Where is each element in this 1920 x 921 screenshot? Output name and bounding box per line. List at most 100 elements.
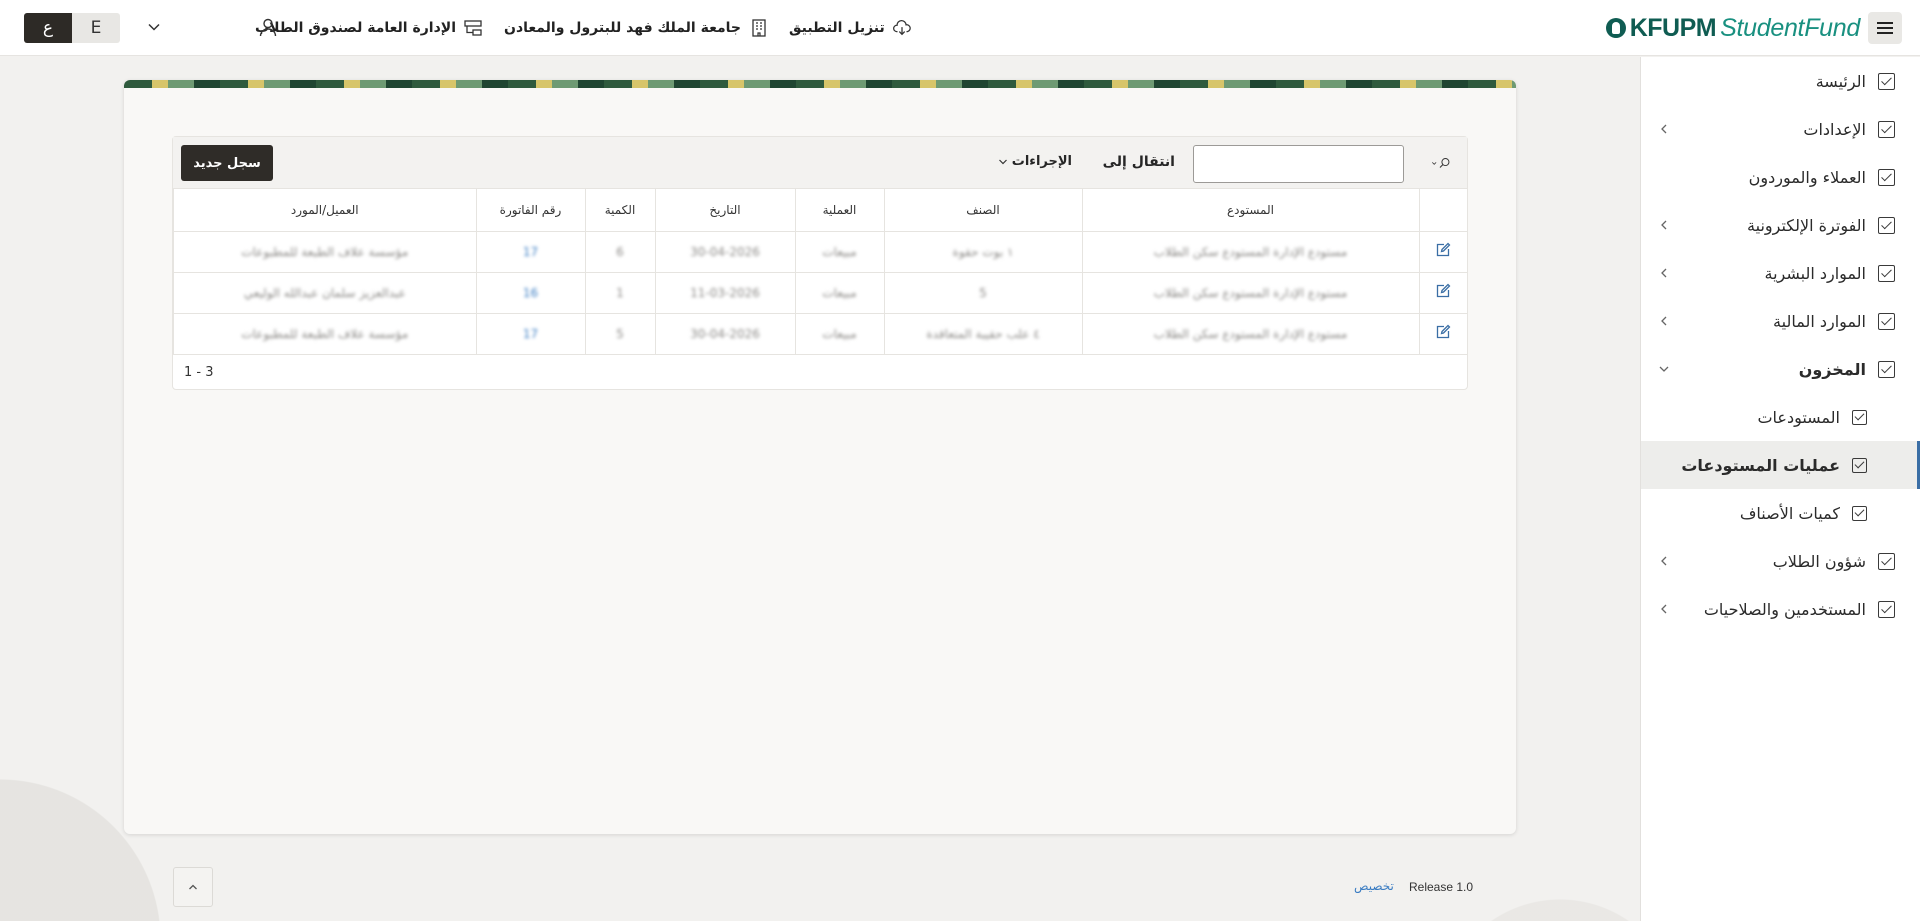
cell-item: ٤ علب حقيبة المتعاقدة	[883, 313, 1082, 355]
edit-column-header	[1418, 189, 1467, 232]
chevron-left-icon[interactable]	[1657, 122, 1671, 136]
user-icon[interactable]	[258, 17, 278, 37]
sidebar-item-finance[interactable]: الموارد المالية	[1641, 297, 1920, 345]
checkbox-icon	[1852, 505, 1867, 521]
sidebar-item-label: الرئيسة	[1815, 71, 1866, 91]
checkbox-icon	[1878, 72, 1895, 90]
edit-icon[interactable]	[1435, 324, 1451, 340]
sidebar-item-item-quantities[interactable]: كميات الأصناف	[1641, 489, 1920, 537]
chevron-left-icon[interactable]	[1657, 266, 1671, 280]
sidebar-item-hr[interactable]: الموارد البشرية	[1641, 249, 1920, 297]
cell-warehouse: مستودع الإدارة المستودع سكن الطلاب	[1081, 313, 1419, 355]
edit-icon[interactable]	[1435, 283, 1451, 299]
chevron-left-icon[interactable]	[1657, 314, 1671, 328]
table-row: مستودع الإدارة المستودع سكن الطلاب ١ بوت…	[173, 231, 1467, 273]
chevron-up-icon	[189, 884, 197, 890]
app-logo[interactable]: KFUPM StudentFund	[1605, 13, 1860, 43]
report-toolbar: انتقال إلى الإجراءات سجل جديد	[173, 137, 1467, 189]
download-app-link[interactable]: تنزيل التطبيق	[789, 19, 911, 37]
chevron-left-icon[interactable]	[1657, 218, 1671, 232]
column-header-invoice-number[interactable]: رقم الفاتورة	[475, 189, 585, 232]
sidebar-item-customers-suppliers[interactable]: العملاء والموردون	[1641, 153, 1920, 201]
top-header: KFUPM StudentFund تنزيل التطبيق جامعة ال…	[0, 0, 1920, 56]
university-link[interactable]: جامعة الملك فهد للبترول والمعادن	[504, 19, 767, 37]
actions-menu-button[interactable]: الإجراءات	[998, 154, 1072, 169]
menu-toggle-button[interactable]	[1868, 12, 1902, 44]
actions-label: الإجراءات	[1011, 154, 1072, 169]
cell-operation: مبيعات	[794, 231, 884, 273]
goto-button[interactable]: انتقال إلى	[1103, 154, 1175, 170]
language-english-button[interactable]: E	[72, 13, 120, 43]
sidebar-item-warehouse-operations[interactable]: عمليات المستودعات	[1641, 441, 1920, 489]
interactive-report: انتقال إلى الإجراءات سجل جديد المستودع ا…	[172, 136, 1468, 390]
sidebar-item-label: الفوترة الإلكترونية	[1747, 215, 1866, 235]
sidebar-item-label: العملاء والموردون	[1748, 167, 1866, 187]
chevron-down-icon[interactable]	[145, 18, 163, 36]
sidebar: الرئيسة الإعدادات العملاء والموردون الفو…	[1640, 57, 1920, 921]
cell-item: ١ بوت حقوة	[883, 231, 1082, 273]
checkbox-icon	[1878, 600, 1895, 618]
cloud-download-icon	[892, 19, 911, 37]
sidebar-item-label: المستخدمين والصلاحيات	[1703, 599, 1866, 619]
column-header-warehouse[interactable]: المستودع	[1081, 189, 1419, 232]
cell-invoice-number[interactable]: 16	[475, 272, 585, 314]
content-card: انتقال إلى الإجراءات سجل جديد المستودع ا…	[124, 80, 1516, 834]
checkbox-icon	[1878, 120, 1895, 138]
search-column-selector[interactable]	[1431, 154, 1451, 172]
checkbox-icon	[1878, 552, 1895, 570]
sidebar-item-label: الموارد المالية	[1773, 311, 1866, 331]
sidebar-item-e-invoicing[interactable]: الفوترة الإلكترونية	[1641, 201, 1920, 249]
cell-quantity: 6	[584, 231, 655, 273]
cell-customer-supplier: مؤسسة علاف الطبعة للمطبوعات	[173, 231, 476, 273]
column-header-customer-supplier[interactable]: العميل/المورد	[173, 189, 476, 232]
column-header-date[interactable]: التاريخ	[654, 189, 795, 232]
university-label: جامعة الملك فهد للبترول والمعادن	[504, 20, 741, 36]
header-links: تنزيل التطبيق جامعة الملك فهد للبترول وا…	[255, 16, 911, 40]
cell-date: 30-04-2026	[654, 231, 795, 273]
language-toggle: ع E	[24, 13, 120, 43]
sidebar-item-warehouses[interactable]: المستودعات	[1641, 393, 1920, 441]
cell-date: 30-04-2026	[654, 313, 795, 355]
edit-cell[interactable]	[1418, 313, 1467, 355]
download-app-label: تنزيل التطبيق	[789, 20, 885, 36]
logo-text-strong: KFUPM	[1629, 13, 1717, 42]
checkbox-icon	[1878, 216, 1895, 234]
chevron-down-icon[interactable]	[1657, 362, 1671, 376]
sidebar-item-student-affairs[interactable]: شؤون الطلاب	[1641, 537, 1920, 585]
table-row: مستودع الإدارة المستودع سكن الطلاب 5 مبي…	[173, 272, 1467, 314]
search-input[interactable]	[1193, 145, 1404, 183]
sidebar-item-label: كميات الأصناف	[1739, 503, 1840, 523]
release-label: Release 1.0	[1409, 880, 1474, 894]
sidebar-item-home[interactable]: الرئيسة	[1641, 57, 1920, 105]
sidebar-item-label: المستودعات	[1757, 407, 1840, 427]
edit-icon[interactable]	[1435, 242, 1451, 258]
cell-invoice-number[interactable]: 17	[475, 231, 585, 273]
pagination-info: 1 - 3	[184, 365, 214, 380]
cell-item: 5	[883, 272, 1082, 314]
column-header-item[interactable]: الصنف	[883, 189, 1082, 232]
column-header-operation[interactable]: العملية	[794, 189, 884, 232]
edit-cell[interactable]	[1418, 231, 1467, 273]
chevron-left-icon[interactable]	[1657, 554, 1671, 568]
sidebar-item-users-permissions[interactable]: المستخدمين والصلاحيات	[1641, 585, 1920, 633]
customize-link[interactable]: تخصيص	[1354, 879, 1394, 893]
cell-date: 11-03-2026	[654, 272, 795, 314]
language-arabic-button[interactable]: ع	[24, 13, 72, 43]
new-record-button[interactable]: سجل جديد	[181, 145, 273, 181]
checkbox-icon	[1878, 168, 1895, 186]
cell-operation: مبيعات	[794, 313, 884, 355]
cell-operation: مبيعات	[794, 272, 884, 314]
sidebar-item-settings[interactable]: الإعدادات	[1641, 105, 1920, 153]
logo-mark-icon	[1605, 18, 1626, 38]
chevron-down-icon	[998, 159, 1007, 164]
chevron-left-icon[interactable]	[1657, 602, 1671, 616]
department-link[interactable]: الإدارة العامة لصندوق الطلاب	[255, 19, 482, 37]
edit-cell[interactable]	[1418, 272, 1467, 314]
checkbox-icon	[1852, 409, 1867, 425]
scroll-to-top-button[interactable]	[173, 867, 213, 907]
column-header-quantity[interactable]: الكمية	[584, 189, 655, 232]
report-table: المستودع الصنف العملية التاريخ الكمية رق…	[173, 189, 1467, 355]
table-header-row: المستودع الصنف العملية التاريخ الكمية رق…	[173, 189, 1467, 232]
cell-invoice-number[interactable]: 17	[475, 313, 585, 355]
sidebar-item-inventory[interactable]: المخزون	[1641, 345, 1920, 393]
